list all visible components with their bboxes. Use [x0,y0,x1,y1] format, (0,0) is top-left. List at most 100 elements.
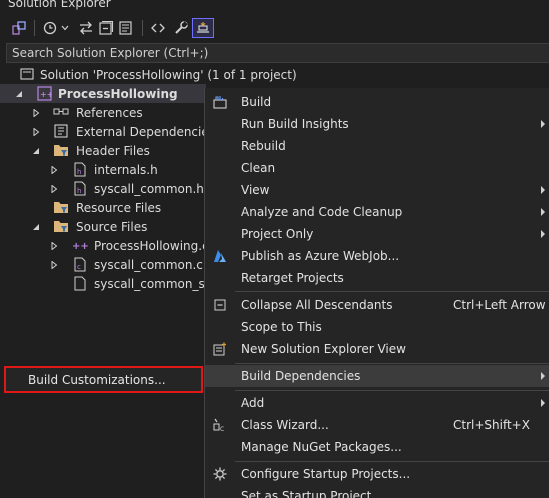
tree-item-references[interactable]: References [0,103,206,122]
svg-text:C: C [220,426,224,432]
submenu-arrow-icon [541,120,545,128]
context-menu: Build Run Build Insights Rebuild Clean V… [204,88,549,498]
chevron-down-icon[interactable] [60,18,70,38]
menu-item-label: Retarget Projects [241,271,344,285]
menu-item-retarget[interactable]: Retarget Projects [205,267,549,289]
menu-item-label: Manage NuGet Packages... [241,440,402,454]
build-icon [212,94,228,110]
new-explorer-view-icon [212,341,228,357]
menu-item-manage-nuget[interactable]: Manage NuGet Packages... [205,436,549,458]
menu-item-configure-startup[interactable]: Configure Startup Projects... [205,463,549,485]
solution-icon [19,66,35,82]
collapse-all-icon[interactable] [96,18,116,38]
menu-item-class-wizard[interactable]: C Class Wizard... Ctrl+Shift+X [205,414,549,436]
expanded-arrow-icon[interactable] [14,89,24,99]
menu-item-label: New Solution Explorer View [241,342,406,356]
menu-separator [235,291,549,292]
tree-item-internals-h[interactable]: h internals.h [0,160,206,179]
collapsed-arrow-icon[interactable] [31,127,41,137]
submenu-arrow-icon [541,399,545,407]
menu-item-collapse-all[interactable]: Collapse All Descendants Ctrl+Left Arrow [205,294,549,316]
menu-separator [235,363,549,364]
syscall-common-stub-label: syscall_common_stul [94,277,206,291]
header-file-icon: h [72,180,88,196]
menu-item-label: Clean [241,161,276,175]
collapsed-arrow-icon[interactable] [49,184,59,194]
menu-separator [235,461,549,462]
code-view-icon[interactable] [148,18,168,38]
tree-item-solution[interactable]: Solution 'ProcessHollowing' (1 of 1 proj… [0,65,297,84]
menu-item-new-view[interactable]: New Solution Explorer View [205,338,549,360]
header-file-icon: h [72,161,88,177]
menu-item-label: Analyze and Code Cleanup [241,205,403,219]
menu-item-add[interactable]: Add [205,392,549,414]
tree-item-source-files[interactable]: Source Files [0,217,206,236]
menu-item-publish-azure[interactable]: Publish as Azure WebJob... [205,245,549,267]
menu-item-rebuild[interactable]: Rebuild [205,135,549,157]
menu-item-label: Rebuild [241,139,286,153]
preview-selected-icon[interactable] [192,18,214,38]
expanded-arrow-icon[interactable] [31,222,41,232]
menu-item-label: Add [241,396,265,410]
switch-views-icon[interactable] [9,18,29,38]
menu-item-project-only[interactable]: Project Only [205,223,549,245]
menu-item-scope-to-this[interactable]: Scope to This [205,316,549,338]
syscall-common-h-label: syscall_common.h [94,182,204,196]
submenu-arrow-icon [541,230,545,238]
expanded-arrow-icon[interactable] [31,146,41,156]
filter-folder-icon [53,142,69,158]
menu-item-label: Project Only [241,227,314,241]
search-input[interactable]: Search Solution Explorer (Ctrl+;) [6,43,549,63]
menu-item-build-dependencies[interactable]: Build Dependencies [205,365,549,387]
svg-text:++: ++ [40,90,52,99]
menu-item-label: Configure Startup Projects... [241,467,411,481]
show-all-files-icon[interactable] [116,18,136,38]
tree-item-syscall-common-c[interactable]: c syscall_common.c [0,255,206,274]
tree-item-syscall-common-h[interactable]: h syscall_common.h [0,179,206,198]
svg-text:++: ++ [72,241,88,252]
tree-item-external-dependencies[interactable]: External Dependencies [0,122,215,141]
references-icon [53,104,69,120]
history-icon[interactable] [40,18,60,38]
c-file-icon: c [72,256,88,272]
properties-wrench-icon[interactable] [171,18,191,38]
resource-files-label: Resource Files [76,201,162,215]
menu-item-clean[interactable]: Clean [205,157,549,179]
menu-item-label: Collapse All Descendants [241,298,393,312]
collapsed-arrow-icon[interactable] [49,241,59,251]
menu-item-shortcut: Ctrl+Left Arrow [453,298,546,312]
project-label: ProcessHollowing [58,87,178,101]
menu-item-label: Publish as Azure WebJob... [241,249,400,263]
class-wizard-icon: C [212,417,228,433]
submenu-arrow-icon [541,186,545,194]
cpp-project-icon: ++ [36,85,52,101]
svg-text:c: c [77,263,81,271]
submenu-arrow-icon [541,208,545,216]
toolbar [0,14,549,42]
collapsed-arrow-icon[interactable] [31,108,41,118]
internals-h-label: internals.h [94,163,158,177]
filter-folder-icon [53,218,69,234]
tree-item-project[interactable]: ++ ProcessHollowing [0,84,206,103]
tree-item-header-files[interactable]: Header Files [0,141,206,160]
references-label: References [76,106,143,120]
build-customizations-menu-item[interactable]: Build Customizations... [4,366,203,393]
menu-item-label: Scope to This [241,320,322,334]
menu-item-view[interactable]: View [205,179,549,201]
collapsed-arrow-icon[interactable] [49,165,59,175]
tree-item-processhollowing-cpp[interactable]: ++ ProcessHollowing.cp [0,236,206,255]
collapsed-arrow-icon[interactable] [49,260,59,270]
menu-item-run-build-insights[interactable]: Run Build Insights [205,113,549,135]
menu-item-build[interactable]: Build [205,91,549,113]
menu-item-analyze[interactable]: Analyze and Code Cleanup [205,201,549,223]
sync-icon[interactable] [76,18,96,38]
menu-item-set-startup[interactable]: Set as Startup Project [205,485,549,498]
external-dependencies-icon [53,123,69,139]
menu-item-label: Build [241,95,272,109]
menu-item-label: Class Wizard... [241,418,329,432]
submenu-arrow-icon [541,372,545,380]
menu-item-label: View [241,183,270,197]
filter-folder-icon [53,199,69,215]
tree-item-syscall-common-stub[interactable]: syscall_common_stul [0,274,206,293]
tree-item-resource-files[interactable]: Resource Files [0,198,206,217]
